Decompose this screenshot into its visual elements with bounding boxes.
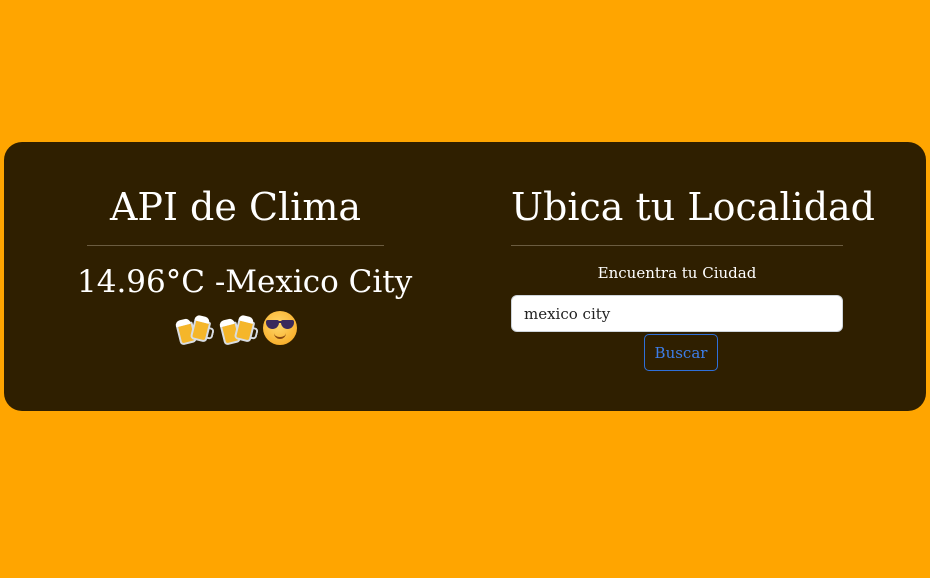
weather-divider	[87, 245, 384, 246]
weather-result: 14.96°C -Mexico City	[77, 264, 413, 300]
main-card: API de Clima 14.96°C -Mexico City Ubica …	[4, 142, 926, 411]
city-label: Encuentra tu Ciudad	[597, 264, 757, 282]
weather-title: API de Clima	[109, 185, 362, 229]
beer-icon	[175, 311, 211, 346]
weather-emojis	[87, 308, 384, 348]
search-divider	[511, 245, 843, 246]
city-input[interactable]	[511, 295, 843, 332]
cool-face-icon	[262, 311, 297, 345]
search-title: Ubica tu Localidad	[511, 185, 876, 229]
search-button[interactable]: Buscar	[644, 334, 718, 371]
beer-icon	[219, 311, 255, 346]
